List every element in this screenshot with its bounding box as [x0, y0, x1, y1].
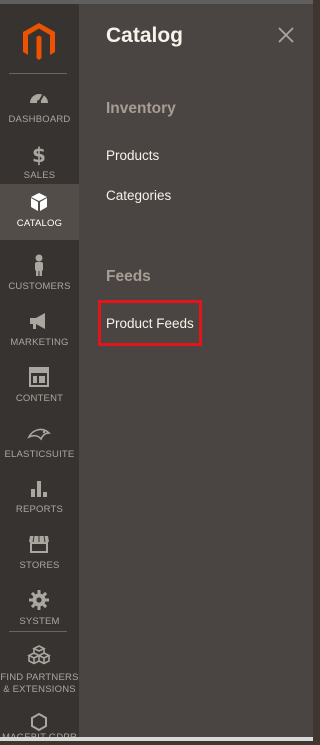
- person-icon: [35, 254, 43, 276]
- nav-label: CUSTOMERS: [8, 281, 71, 292]
- nav-label: MARKETING: [10, 337, 69, 348]
- nav-item-stores[interactable]: STORES: [0, 526, 79, 582]
- logo-divider: [9, 73, 67, 74]
- nav-label: ELASTICSUITE: [4, 449, 75, 460]
- dollar-icon: $: [32, 143, 46, 166]
- hexagon-icon: [31, 712, 47, 732]
- nav-item-system[interactable]: SYSTEM: [0, 582, 79, 638]
- nav-item-content[interactable]: CONTENT: [0, 359, 79, 415]
- cubes-icon: [27, 645, 51, 665]
- catalog-submenu-panel: Catalog Inventory Products Categories Fe…: [79, 4, 313, 741]
- nav-label: CATALOG: [16, 218, 63, 229]
- bottom-border: [0, 737, 313, 741]
- megaphone-icon: [30, 313, 45, 329]
- layout-icon: [29, 367, 49, 387]
- close-icon[interactable]: [275, 24, 297, 46]
- nav-item-elasticsuite[interactable]: ELASTICSUITE: [0, 415, 79, 471]
- menu-link-product-feeds[interactable]: Product Feeds: [106, 316, 194, 331]
- nav-label: SALES: [23, 170, 56, 181]
- nav-label: DASHBOARD: [8, 114, 71, 125]
- menu-link-products[interactable]: Products: [106, 148, 159, 163]
- store-icon: [29, 535, 49, 553]
- nav-item-find-partners[interactable]: FIND PARTNERS & EXTENSIONS: [0, 638, 79, 696]
- section-title-feeds: Feeds: [106, 268, 151, 285]
- nav-label: REPORTS: [15, 504, 64, 515]
- svg-text:$: $: [32, 143, 46, 166]
- nav-item-dashboard[interactable]: DASHBOARD: [0, 80, 79, 136]
- nav-item-customers[interactable]: CUSTOMERS: [0, 247, 79, 303]
- menu-link-categories[interactable]: Categories: [106, 188, 171, 203]
- section-title-inventory: Inventory: [106, 100, 176, 117]
- nav-label: SYSTEM: [19, 616, 60, 627]
- dashboard-icon: [30, 94, 48, 104]
- nav-item-reports[interactable]: REPORTS: [0, 470, 79, 526]
- bar-chart-icon: [31, 481, 47, 497]
- nav-label: CONTENT: [15, 393, 64, 404]
- nav-item-catalog[interactable]: CATALOG: [0, 184, 79, 240]
- sidebar-divider: [9, 631, 67, 632]
- nav-label: FIND PARTNERS & EXTENSIONS: [0, 672, 79, 695]
- box-icon: [31, 193, 47, 211]
- panel-title: Catalog: [106, 24, 184, 47]
- admin-sidebar: DASHBOARD $ SALES CATALOG CUSTOMERS MARK…: [0, 4, 79, 743]
- nav-item-marketing[interactable]: MARKETING: [0, 303, 79, 359]
- nav-label: STORES: [19, 560, 60, 571]
- elasticsuite-icon: [27, 428, 51, 441]
- gear-icon: [29, 590, 49, 610]
- magento-logo-icon[interactable]: [22, 22, 56, 62]
